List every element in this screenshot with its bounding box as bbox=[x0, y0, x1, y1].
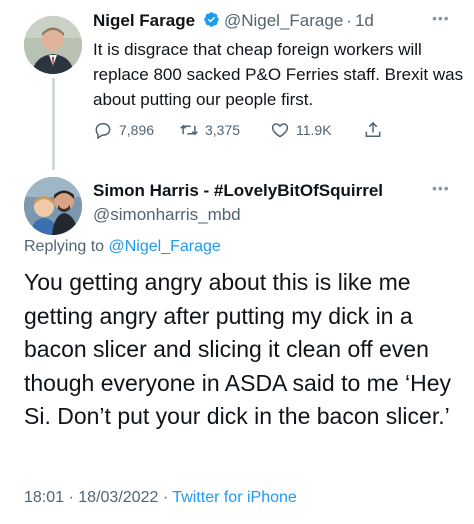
parent-author-handle[interactable]: @Nigel_Farage bbox=[224, 11, 343, 30]
parent-tweet-actions: 7,896 3,375 11.9K bbox=[93, 120, 393, 142]
retweet-count: 3,375 bbox=[205, 122, 241, 138]
heart-icon bbox=[271, 123, 289, 138]
reply-icon bbox=[95, 123, 111, 140]
parent-author-name[interactable]: Nigel Farage bbox=[93, 11, 195, 30]
tweet-date[interactable]: 18/03/2022 bbox=[78, 489, 158, 506]
more-dots-icon[interactable]: ••• bbox=[432, 180, 450, 196]
tweet-source-link[interactable]: Twitter for iPhone bbox=[172, 489, 297, 506]
retweet-action[interactable]: 3,375 bbox=[179, 120, 240, 140]
parent-tweet-time[interactable]: 1d bbox=[355, 11, 374, 30]
meta-separator-1: · bbox=[68, 489, 74, 506]
share-icon bbox=[365, 121, 381, 137]
more-dots-icon[interactable]: ••• bbox=[432, 10, 450, 26]
meta-separator-2: · bbox=[162, 489, 169, 506]
parent-tweet-text: It is disgrace that cheap foreign worker… bbox=[93, 40, 464, 109]
tweet-time[interactable]: 18:01 bbox=[24, 489, 64, 506]
share-action[interactable] bbox=[363, 120, 383, 140]
reply-count: 7,896 bbox=[119, 122, 155, 138]
parent-tweet-header: Nigel Farage @Nigel_Farage · 1d bbox=[93, 11, 374, 31]
verified-badge-icon bbox=[203, 11, 220, 28]
like-action[interactable]: 11.9K bbox=[270, 120, 332, 140]
avatar-simon-harris[interactable] bbox=[24, 177, 82, 235]
author-name[interactable]: Simon Harris - #LovelyBitOfSquirrel bbox=[93, 181, 383, 200]
author-handle[interactable]: @simonharris_mbd bbox=[93, 205, 241, 225]
tweet-metadata: 18:01 · 18/03/2022 · Twitter for iPhone bbox=[24, 489, 297, 507]
thread-connector-line bbox=[52, 78, 55, 170]
tweet-header: Simon Harris - #LovelyBitOfSquirrel bbox=[93, 181, 383, 201]
replying-to-line: Replying to @Nigel_Farage bbox=[24, 238, 221, 256]
retweet-icon bbox=[180, 124, 198, 136]
reply-action[interactable]: 7,896 bbox=[93, 120, 154, 140]
replying-to-handle-link[interactable]: @Nigel_Farage bbox=[109, 238, 221, 255]
parent-dot-separator: · bbox=[346, 11, 352, 30]
avatar-nigel-farage[interactable] bbox=[24, 16, 82, 74]
tweet-text: You getting angry about this is like me … bbox=[24, 269, 452, 429]
like-count: 11.9K bbox=[296, 122, 332, 138]
replying-to-label: Replying to bbox=[24, 238, 105, 255]
